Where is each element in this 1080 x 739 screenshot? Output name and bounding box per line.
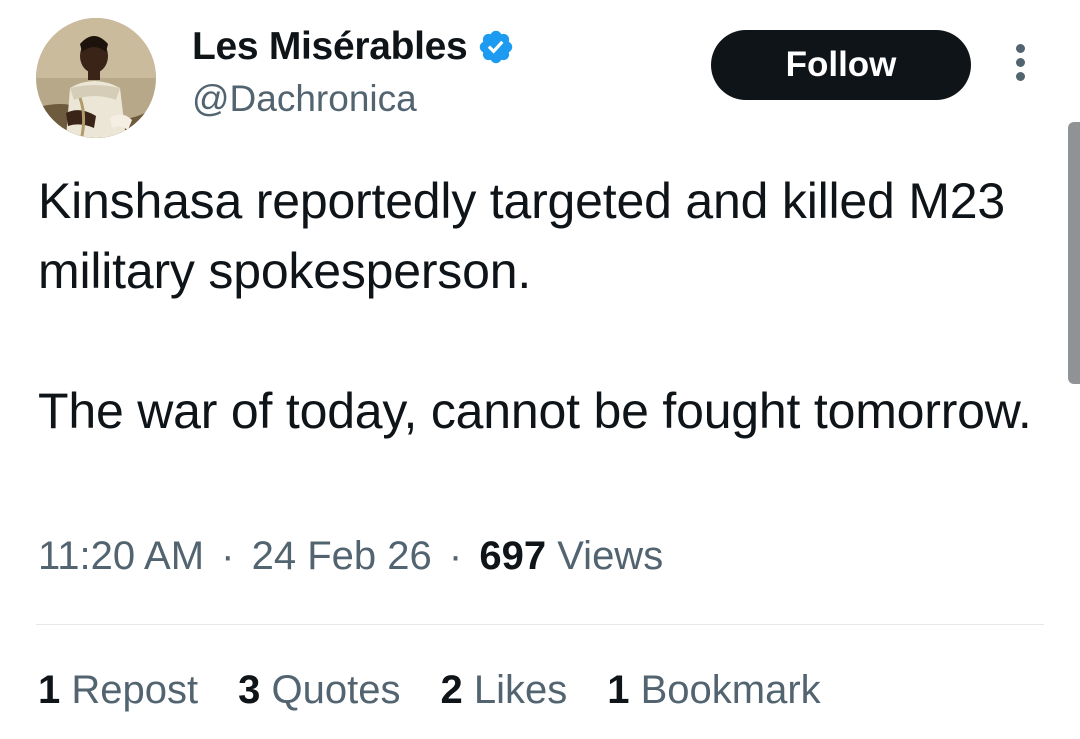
- avatar[interactable]: [36, 18, 156, 138]
- engagement-stats: 1 Repost 3 Quotes 2 Likes 1 Bookmark: [38, 668, 861, 713]
- likes-count: 2: [440, 668, 463, 712]
- name-row: Les Misérables: [192, 22, 515, 72]
- quotes-stat[interactable]: 3 Quotes: [238, 668, 400, 713]
- scrollbar[interactable]: [1068, 122, 1080, 384]
- reposts-stat[interactable]: 1 Repost: [38, 668, 198, 713]
- tweet-time[interactable]: 11:20 AM: [38, 534, 204, 578]
- user-handle[interactable]: @Dachronica: [192, 78, 515, 120]
- tweet-paragraph: The war of today, cannot be fought tomor…: [38, 383, 1032, 439]
- likes-label: Likes: [473, 668, 568, 712]
- portrait-painting-avatar: [36, 18, 156, 138]
- bookmarks-count: 1: [607, 668, 630, 712]
- tweet-meta: 11:20 AM · 24 Feb 26 · 697 Views: [38, 534, 663, 579]
- user-info: Les Misérables @Dachronica: [192, 22, 515, 120]
- meta-separator: ·: [221, 534, 235, 578]
- display-name[interactable]: Les Misérables: [192, 25, 468, 69]
- reposts-count: 1: [38, 668, 61, 712]
- meta-separator: ·: [448, 534, 463, 578]
- tweet-paragraph: Kinshasa reportedly targeted and killed …: [38, 173, 1005, 299]
- follow-button[interactable]: Follow: [711, 30, 971, 100]
- tweet-text: Kinshasa reportedly targeted and killed …: [38, 166, 1038, 446]
- likes-stat[interactable]: 2 Likes: [440, 668, 567, 713]
- views-count[interactable]: 697: [479, 534, 546, 578]
- quotes-count: 3: [238, 668, 261, 712]
- verified-badge-icon[interactable]: [477, 28, 515, 66]
- bookmarks-label: Bookmark: [640, 668, 821, 712]
- quotes-label: Quotes: [271, 668, 401, 712]
- tweet-detail: Les Misérables @Dachronica Follow Kinsha…: [0, 0, 1080, 739]
- views-label[interactable]: Views: [557, 534, 663, 578]
- reposts-label: Repost: [71, 668, 199, 712]
- more-options-icon[interactable]: [1010, 44, 1030, 86]
- tweet-date[interactable]: 24 Feb 26: [252, 534, 432, 578]
- bookmarks-stat[interactable]: 1 Bookmark: [607, 668, 820, 713]
- divider: [36, 624, 1044, 625]
